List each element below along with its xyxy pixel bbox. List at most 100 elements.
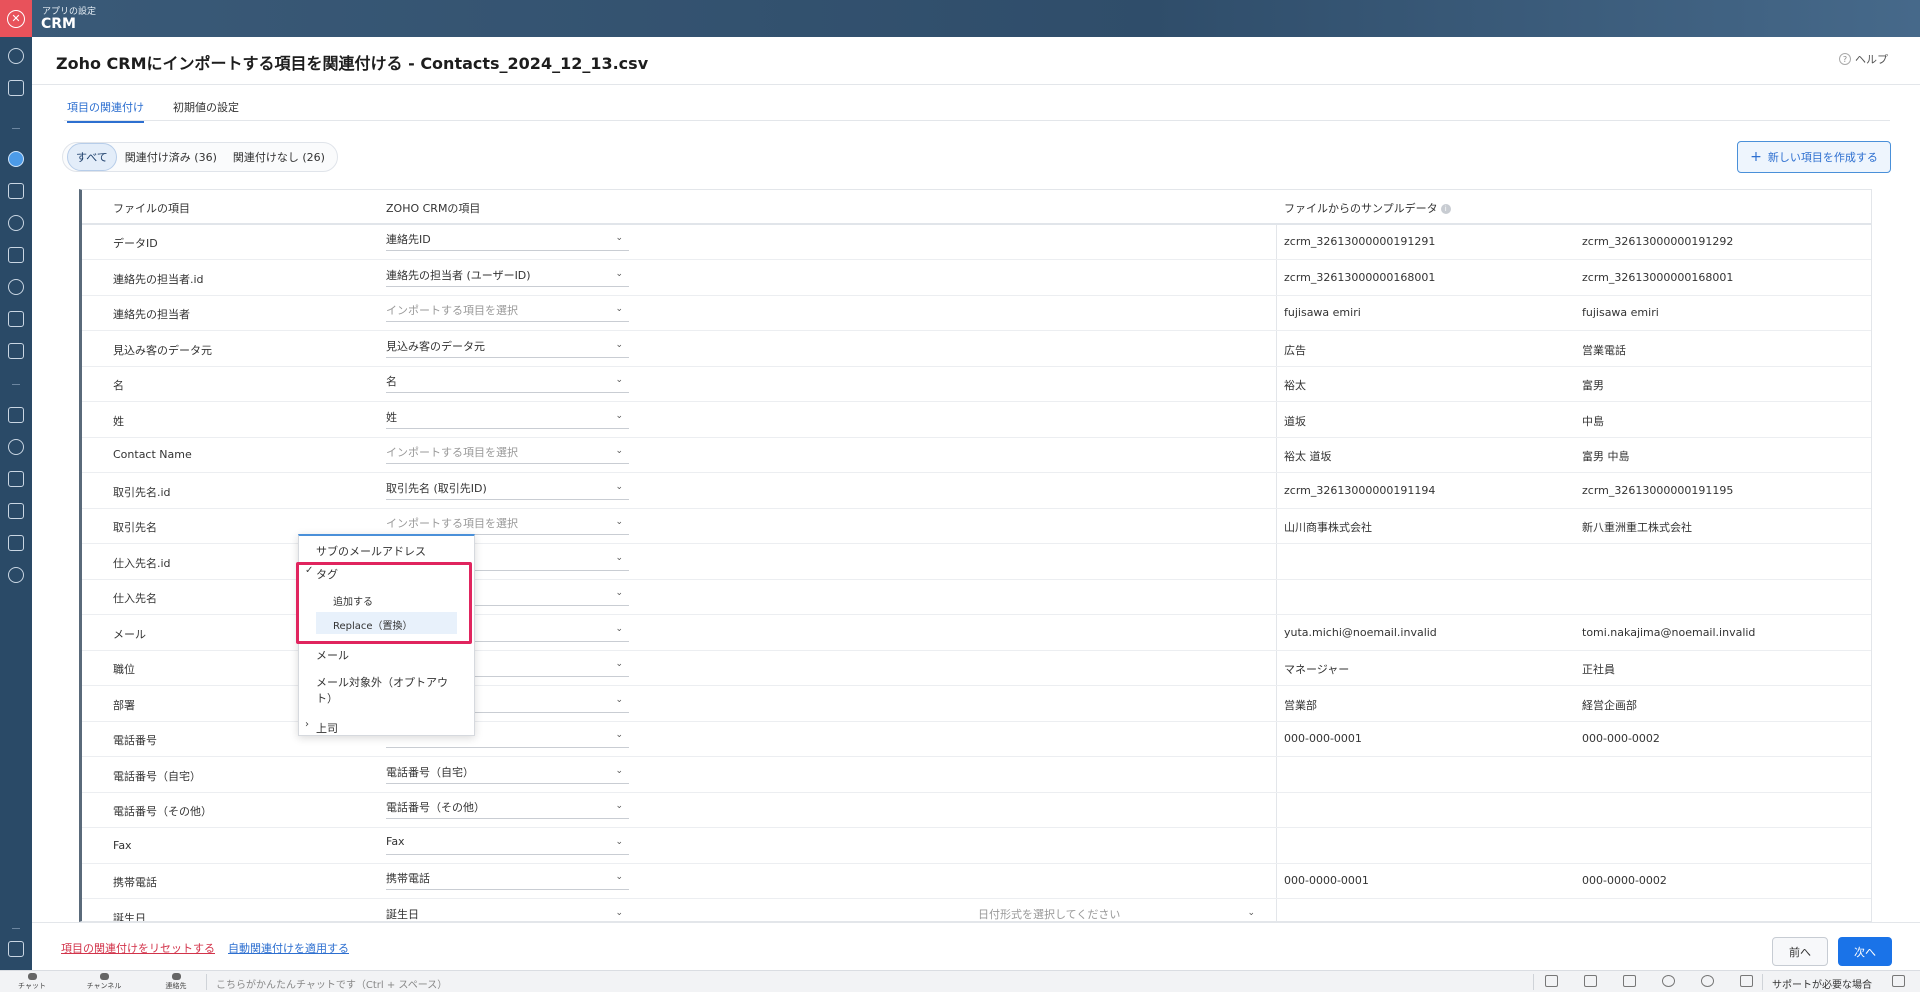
filter-all[interactable]: すべて [67,143,117,171]
help-label: ヘルプ [1855,53,1888,66]
history-icon[interactable] [1662,975,1675,987]
crm-field-select[interactable]: 電話番号（自宅） ⌄ [386,764,629,784]
auto-map-link[interactable]: 自動関連付けを適用する [228,940,349,956]
crm-field-select[interactable]: 名 ⌄ [386,373,629,393]
sample-value-1: 営業部 [1284,698,1317,712]
rail-divider [12,128,20,129]
tab-field-mapping[interactable]: 項目の関連付け [67,99,144,123]
eye-icon[interactable] [8,151,24,167]
header-sample-label: ファイルからのサンプルデータ [1284,202,1438,215]
edit-icon[interactable] [8,183,24,199]
chevron-down-icon: ⌄ [615,233,623,243]
statusbar-contacts[interactable]: 連絡先 [156,973,196,991]
chevron-down-icon: ⌄ [615,339,623,350]
note-icon[interactable] [8,80,24,96]
filter-unmapped[interactable]: 関連付けなし (26) [225,144,333,170]
header-sample-data: ファイルからのサンプルデータ i [1284,200,1451,216]
file-field-name: 誕生日 [113,911,146,922]
sample-value-2: 富男 中島 [1582,450,1630,463]
copy-icon[interactable] [1623,975,1636,987]
chart-icon[interactable] [8,311,24,327]
message-icon[interactable] [8,247,24,263]
crm-field-value: 電話番号（その他） [386,801,485,814]
search-icon[interactable] [8,48,24,64]
crm-field-value: 電話番号（自宅） [386,765,474,779]
statusbar-divider [1762,974,1763,990]
alarm-icon[interactable] [1701,975,1714,987]
sample-value-2: zcrm_32613000000191195 [1582,483,1734,497]
filter-mapped[interactable]: 関連付け済み (36) [117,144,225,170]
chevron-down-icon: ⌄ [615,375,623,385]
crm-field-select[interactable]: 姓 ⌄ [386,409,629,429]
crm-field-select[interactable]: インポートする項目を選択 ⌄ [386,302,629,322]
settings-icon[interactable] [1892,975,1905,987]
crm-field-value: 名 [386,375,397,388]
crm-field-select[interactable]: 電話番号（その他） ⌄ [386,799,629,819]
app-name: CRM [41,16,76,32]
crm-field-select[interactable]: 連絡先ID ⌄ [386,231,629,251]
statusbar-channel-label: チャンネル [86,982,122,990]
crm-field-select[interactable]: 連絡先の担当者 (ユーザーID) ⌄ [386,267,629,287]
sample-value-1: zcrm_32613000000191194 [1284,483,1436,497]
sample-value-2: 営業電話 [1582,343,1626,357]
gear-icon[interactable] [8,279,24,295]
users-icon[interactable] [8,567,24,583]
statusbar-channel[interactable]: チャンネル [84,973,124,991]
date-format-select[interactable]: 日付形式を選択してください ⌄ [978,906,1261,922]
statusbar-chat[interactable]: チャット [12,973,52,991]
list-icon[interactable] [8,343,24,359]
dropdown-item-email-optout[interactable]: メール対象外（オプトアウト） [316,675,456,707]
help-link[interactable]: ? ヘルプ [1839,51,1888,67]
crm-field-value: 携帯電話 [386,872,430,885]
crm-field-select[interactable]: 取引先名 (取引先ID) ⌄ [386,480,629,500]
zoom-icon[interactable] [8,215,24,231]
crm-field-select[interactable]: 見込み客のデータ元 ⌄ [386,338,629,358]
file-field-name: 仕入先名.id [113,556,171,570]
sample-value-2: 正社員 [1582,663,1615,676]
crm-field-select[interactable]: Fax ⌄ [386,835,629,855]
dropdown-item-secondary-email[interactable]: サブのメールアドレス [316,543,426,559]
previous-button[interactable]: 前へ [1772,937,1828,966]
highlight-annotation-frame [296,562,472,644]
tab-default-values[interactable]: 初期値の設定 [173,99,239,121]
chevron-down-icon: ⌄ [615,268,623,279]
document-icon[interactable] [8,535,24,551]
crm-field-select[interactable]: 誕生日 ⌄ [386,906,629,922]
cube-icon[interactable] [8,439,24,455]
info-icon[interactable]: i [1440,204,1451,214]
quick-chat-input[interactable]: こちらがかんたんチャットです（Ctrl + スペース） [216,976,447,991]
file-field-name: データID [113,237,158,250]
crm-field-select[interactable]: インポートする項目を選択 ⌄ [386,444,629,464]
chevron-down-icon: ⌄ [1247,907,1255,918]
table-header: ファイルの項目 ZOHO CRMの項目 ファイルからのサンプルデータ i [82,190,1871,225]
crm-field-value: インポートする項目を選択 [386,446,518,459]
close-icon: ✕ [7,9,25,28]
dropdown-item-email[interactable]: メール [316,647,349,663]
translate-icon[interactable] [1740,975,1753,987]
tag-icon[interactable] [8,941,24,957]
reset-mapping-link[interactable]: 項目の関連付けをリセットする [61,940,215,956]
screen-icon[interactable] [1584,975,1597,987]
crm-field-select[interactable]: 携帯電話 ⌄ [386,870,629,890]
close-button[interactable]: ✕ [0,0,32,37]
crm-field-value: 連絡先の担当者 (ユーザーID) [386,268,531,282]
file-field-name: 連絡先の担当者 [113,308,190,321]
file-field-name: 電話番号 [113,734,157,747]
create-new-field-button[interactable]: + 新しい項目を作成する [1737,141,1891,173]
chevron-down-icon: ⌄ [615,659,623,669]
page-title: Zoho CRMにインポートする項目を関連付ける - Contacts_2024… [56,54,649,73]
file-field-name: Contact Name [113,448,192,461]
sample-value-1: 000-0000-0001 [1284,874,1369,887]
sample-value-1: 山川商事株式会社 [1284,521,1372,534]
next-button[interactable]: 次へ [1838,937,1892,966]
sample-value-1: zcrm_32613000000191291 [1284,235,1436,248]
record-icon[interactable] [1545,975,1558,987]
dropdown-item-manager[interactable]: 上司 [316,720,338,736]
code-icon[interactable] [8,471,24,487]
support-link[interactable]: サポートが必要な場合 [1772,976,1872,991]
chevron-down-icon: ⌄ [615,517,623,527]
crm-field-select[interactable]: インポートする項目を選択 ⌄ [386,515,629,535]
file-field-name: 仕入先名 [113,592,157,605]
analytics-icon[interactable] [8,407,24,423]
diamond-icon[interactable] [8,503,24,519]
